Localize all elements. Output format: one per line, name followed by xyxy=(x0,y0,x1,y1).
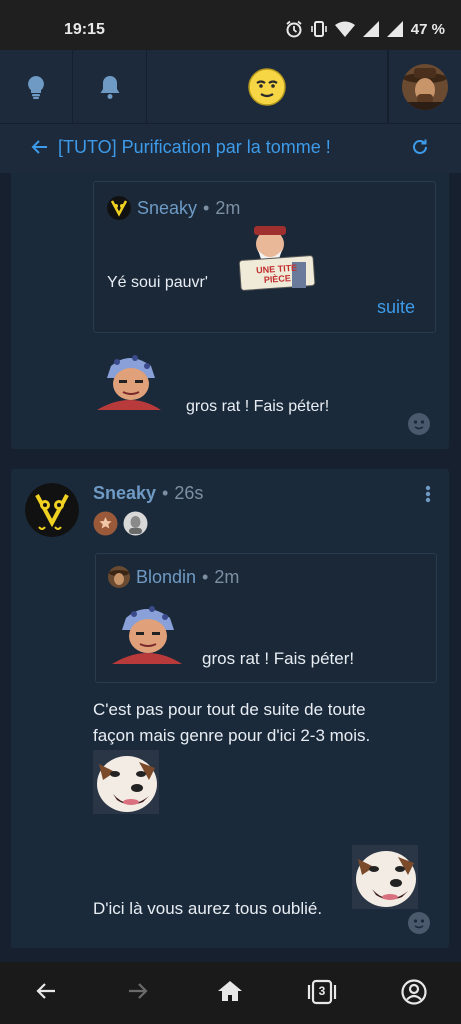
browser-bottom-nav: 3 xyxy=(0,962,461,1024)
quote-author-avatar xyxy=(107,196,131,220)
sticker-image xyxy=(95,352,163,410)
forward-arrow-icon[interactable] xyxy=(126,979,150,1003)
sticker-image xyxy=(93,750,159,814)
refresh-icon[interactable] xyxy=(411,138,429,156)
home-logo-button[interactable] xyxy=(147,50,388,123)
sticker-image xyxy=(352,845,418,909)
post-author[interactable]: Sneaky xyxy=(93,483,156,504)
post-time: 26s xyxy=(174,483,204,503)
tabs-button[interactable]: 3 xyxy=(306,979,338,1005)
topic-header: [TUTO] Purification par la tomme ! xyxy=(0,123,461,173)
signal-icon-2 xyxy=(386,21,403,37)
back-arrow-icon[interactable] xyxy=(31,138,49,156)
quote-time: 2m xyxy=(215,197,241,218)
quote-time: 2m xyxy=(214,566,240,587)
quote-text: gros rat ! Fais péter! xyxy=(202,649,355,668)
post-card: Sneaky • 26s Blondin • 2m gros rat ! Fai… xyxy=(11,469,449,948)
reaction-icon[interactable] xyxy=(407,412,431,436)
back-arrow-icon[interactable] xyxy=(34,979,58,1003)
sticker-image: UNE TITE PIÈCE xyxy=(234,222,320,292)
post-quote[interactable]: Blondin • 2m gros rat ! Fais péter! xyxy=(95,553,437,683)
profile-button[interactable] xyxy=(388,50,461,123)
author-badges xyxy=(93,511,148,536)
post-text: D'ici là vous aurez tous oublié. xyxy=(93,899,323,918)
account-icon[interactable] xyxy=(401,979,427,1005)
sticker-image xyxy=(110,602,184,664)
reaction-icon[interactable] xyxy=(407,911,431,935)
quote-author[interactable]: Sneaky xyxy=(137,198,197,219)
top-navigation xyxy=(0,50,461,123)
quote-author-avatar xyxy=(108,566,130,588)
user-avatar xyxy=(402,63,448,110)
quote-more-link[interactable]: suite xyxy=(377,297,415,318)
battery-percent: 47 % xyxy=(410,20,445,38)
tabs-count: 3 xyxy=(318,984,326,998)
wifi-icon xyxy=(334,21,355,37)
topic-title[interactable]: [TUTO] Purification par la tomme ! xyxy=(58,137,331,158)
status-bar: 19:15 47 % xyxy=(0,0,461,50)
quote-author[interactable]: Blondin xyxy=(136,567,196,588)
smiley-logo-icon xyxy=(248,67,286,106)
author-avatar[interactable] xyxy=(25,483,79,537)
notifications-button[interactable] xyxy=(73,50,147,123)
post-quote[interactable]: Sneaky • 2m Yé soui pauvr' UNE TITE PIÈC… xyxy=(93,181,436,333)
kebab-icon[interactable] xyxy=(425,485,431,503)
lightbulb-icon xyxy=(28,75,44,99)
post-card: Sneaky • 2m Yé soui pauvr' UNE TITE PIÈC… xyxy=(11,173,449,449)
status-time: 19:15 xyxy=(64,21,105,38)
post-body: C'est pas pour tout de suite de toute fa… xyxy=(93,700,371,745)
star-badge-icon[interactable] xyxy=(93,511,118,536)
quote-text: Yé soui pauvr' xyxy=(107,274,208,291)
portrait-badge-icon[interactable] xyxy=(123,511,148,536)
bell-icon xyxy=(100,75,119,99)
ideas-button[interactable] xyxy=(0,50,73,123)
home-icon[interactable] xyxy=(217,979,243,1003)
vibrate-icon xyxy=(310,21,327,37)
signal-icon xyxy=(362,21,379,37)
alarm-icon xyxy=(286,20,302,38)
post-text: gros rat ! Fais péter! xyxy=(186,398,330,415)
